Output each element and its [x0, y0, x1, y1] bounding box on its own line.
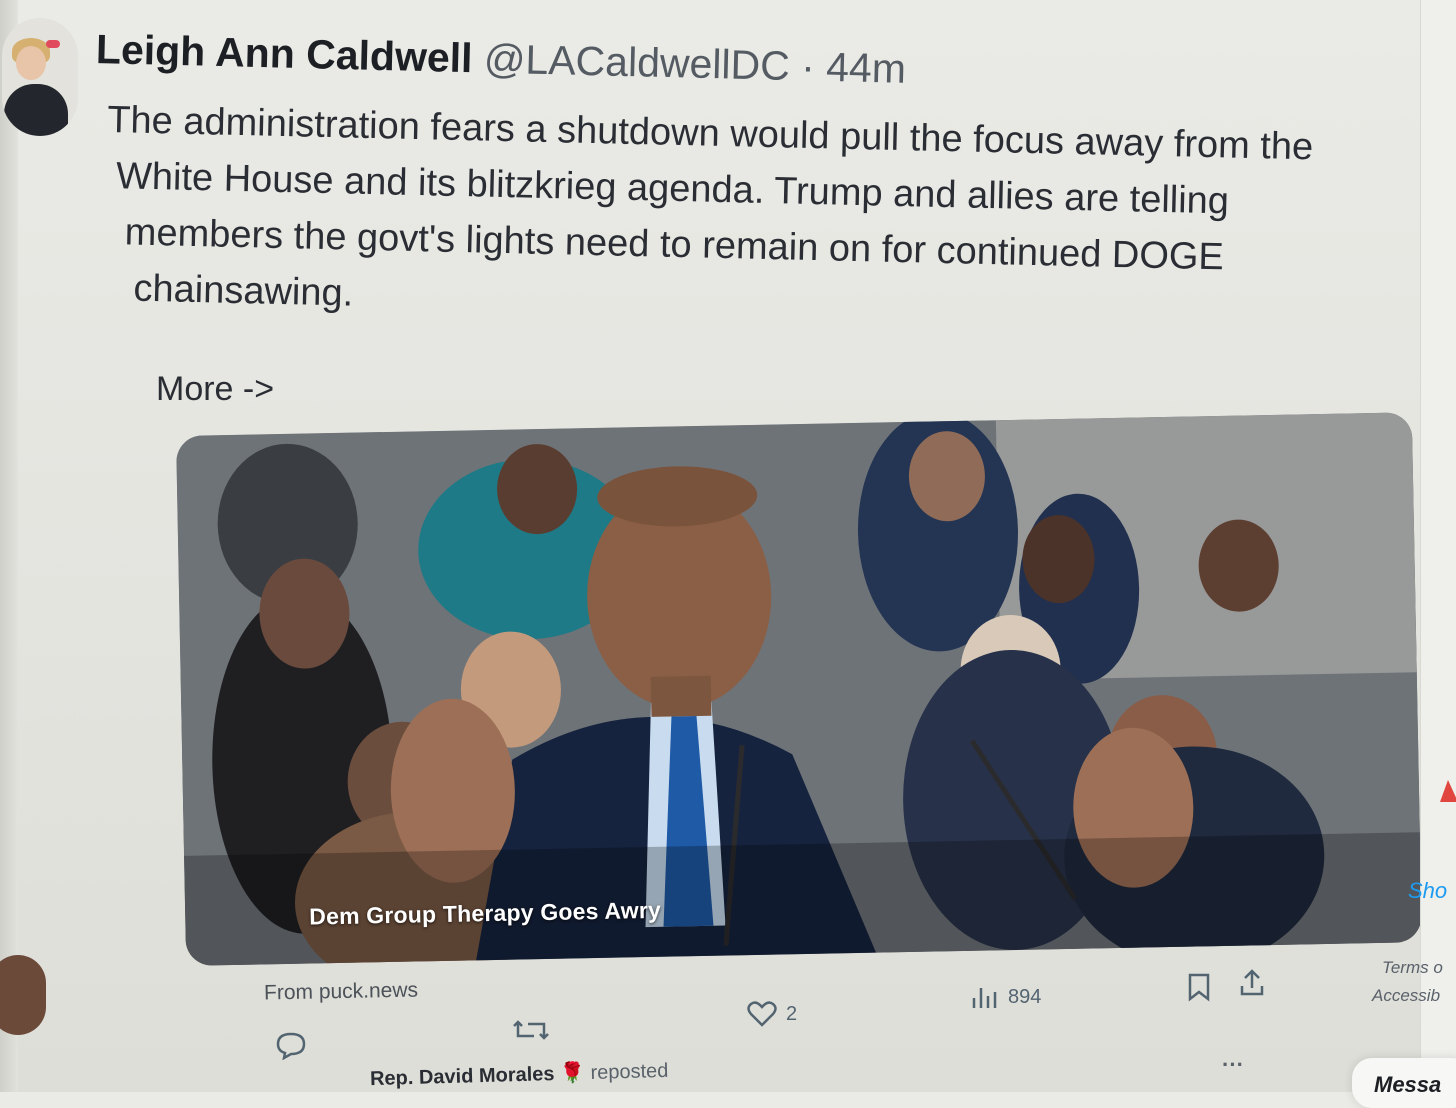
finger-occlusion — [0, 955, 46, 1035]
like-button[interactable]: 2 — [746, 1000, 797, 1028]
author-name[interactable]: Leigh Ann Caldwell — [95, 26, 473, 81]
link-preview-card[interactable]: Dem Group Therapy Goes Awry — [176, 412, 1422, 966]
messages-drawer[interactable]: Messa — [1352, 1058, 1456, 1108]
bookmark-button[interactable] — [1186, 972, 1212, 1002]
tweet-header: Leigh Ann Caldwell @LACaldwellDC · 44m — [95, 26, 906, 93]
messages-label: Messa — [1374, 1072, 1442, 1097]
retweet-icon — [512, 1016, 550, 1044]
more-options-icon[interactable]: ··· — [1222, 1052, 1244, 1078]
reposter-name[interactable]: Rep. David Morales — [370, 1063, 555, 1090]
author-avatar[interactable] — [2, 18, 78, 136]
views-bar-chart-icon — [970, 984, 1000, 1010]
accessibility-link[interactable]: Accessib — [1372, 986, 1440, 1006]
reply-icon — [274, 1030, 308, 1060]
card-source[interactable]: From puck.news — [264, 979, 418, 1006]
bookmark-icon — [1186, 972, 1212, 1002]
repost-context: Rep. David Morales 🌹 reposted — [370, 1058, 669, 1091]
tweet-timestamp[interactable]: 44m — [826, 44, 907, 92]
views-count: 894 — [1008, 985, 1042, 1008]
share-icon — [1238, 968, 1266, 998]
rose-emoji: 🌹 — [559, 1062, 586, 1085]
retweet-button[interactable] — [512, 1016, 550, 1044]
terms-link[interactable]: Terms o — [1382, 958, 1443, 978]
red-logo-icon — [1440, 780, 1456, 802]
author-handle[interactable]: @LACaldwellDC — [483, 35, 790, 88]
views-button[interactable]: 894 — [970, 984, 1041, 1010]
reposted-label: reposted — [590, 1059, 669, 1085]
show-more-link[interactable]: Sho — [1408, 878, 1447, 904]
reply-button[interactable] — [274, 1030, 308, 1060]
header-separator: · — [800, 43, 816, 90]
left-edge — [0, 0, 18, 1092]
like-count: 2 — [786, 1002, 798, 1025]
heart-icon — [746, 1000, 778, 1028]
card-photo — [176, 412, 1422, 966]
right-sidebar — [1420, 0, 1456, 1092]
tweet-body: The administration fears a shutdown woul… — [103, 92, 1448, 346]
share-button[interactable] — [1238, 968, 1266, 998]
more-link[interactable]: More -> — [156, 370, 274, 409]
